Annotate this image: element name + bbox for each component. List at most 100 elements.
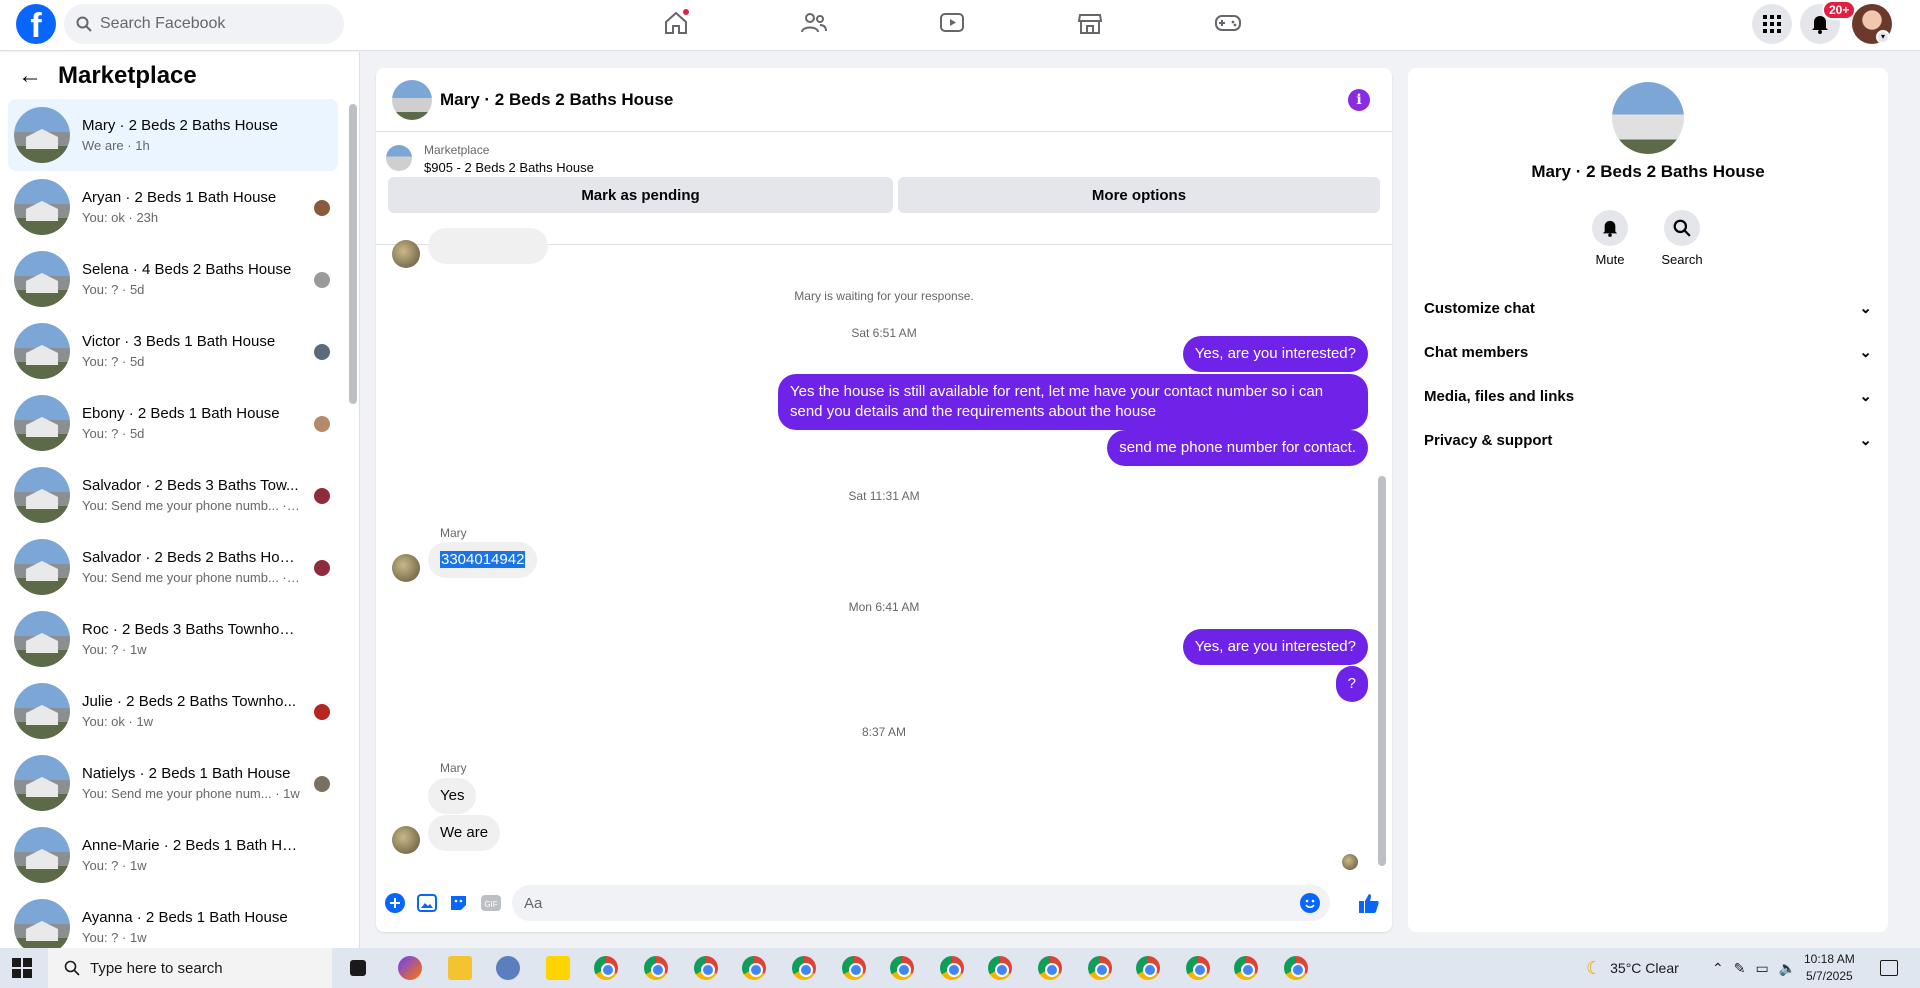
conversation-item[interactable]: Aryan · 2 Beds 1 Bath House You: ok · 23h — [8, 171, 338, 243]
chat-avatar[interactable] — [392, 80, 432, 120]
conversation-item[interactable]: Anne-Marie · 2 Beds 1 Bath House You: ? ·… — [8, 819, 338, 891]
more-options-button[interactable]: More options — [898, 177, 1380, 213]
chrome-icon[interactable] — [890, 956, 914, 980]
conversation-name: Anne-Marie · 2 Beds 1 Bath House — [82, 837, 302, 854]
windows-start-icon[interactable] — [12, 958, 32, 978]
attach-photo-button[interactable] — [416, 892, 438, 914]
message-bubble-incoming[interactable]: Yes — [428, 778, 477, 814]
message-bubble-incoming — [428, 228, 548, 264]
sticker-button[interactable] — [448, 892, 470, 914]
chrome-icon[interactable] — [644, 956, 668, 980]
notification-center-icon[interactable] — [1880, 960, 1898, 976]
marketplace-nav-button[interactable] — [1070, 8, 1110, 38]
phone-number-text[interactable]: 3304014942 — [440, 551, 526, 568]
like-button[interactable] — [1358, 892, 1380, 914]
chrome-icon[interactable] — [988, 956, 1012, 980]
mute-button[interactable]: Mute — [1580, 210, 1640, 267]
chevron-up-icon[interactable]: ⌃ — [1712, 960, 1724, 977]
customize-chat-row[interactable]: Customize chat ⌄ — [1424, 290, 1872, 326]
chevron-down-icon[interactable]: ▾ — [1876, 30, 1890, 44]
chrome-icon[interactable] — [1088, 956, 1112, 980]
facebook-logo[interactable]: f — [16, 4, 56, 44]
conversation-name: Mary · 2 Beds 2 Baths House — [82, 117, 278, 134]
notifications-button[interactable]: 20+ — [1800, 0, 1857, 44]
search-icon — [64, 960, 80, 976]
conversation-list-scrollbar[interactable] — [349, 104, 357, 894]
system-tray[interactable]: ⌃ ✎ ▭ 🔈 — [1712, 948, 1796, 988]
message-bubble-outgoing[interactable]: ? — [1335, 666, 1368, 702]
conversation-item[interactable]: Mary · 2 Beds 2 Baths House We are · 1h — [8, 99, 338, 171]
gif-icon: GIF — [481, 895, 501, 911]
more-actions-button[interactable] — [384, 892, 406, 914]
timestamp: Mon 6:41 AM — [848, 600, 920, 614]
conversation-item[interactable]: Julie · 2 Beds 2 Baths Townho... You: ok … — [8, 675, 338, 747]
read-receipt-avatar — [314, 488, 330, 504]
contact-avatar[interactable] — [1612, 82, 1684, 154]
read-receipt-avatar — [314, 776, 330, 792]
section-label: Privacy & support — [1424, 431, 1553, 449]
watch-nav-button[interactable] — [932, 8, 972, 38]
message-bubble-outgoing[interactable]: send me phone number for contact. — [1107, 430, 1368, 466]
chrome-icon[interactable] — [792, 956, 816, 980]
message-input[interactable] — [512, 885, 1272, 921]
message-input-box[interactable] — [512, 885, 1330, 921]
search-facebook[interactable] — [64, 4, 344, 44]
chrome-icon[interactable] — [1284, 956, 1308, 980]
conversation-item[interactable]: Selena · 4 Beds 2 Baths House You: ? · 5d — [8, 243, 338, 315]
conversation-item[interactable]: Salvador · 2 Beds 2 Baths House You: Send… — [8, 531, 338, 603]
chrome-icon[interactable] — [842, 956, 866, 980]
chrome-icon[interactable] — [1234, 956, 1258, 980]
chrome-icon[interactable] — [940, 956, 964, 980]
app-icon[interactable] — [496, 956, 520, 980]
task-view-icon[interactable] — [350, 960, 366, 976]
chat-title[interactable]: Mary · 2 Beds 2 Baths House — [440, 90, 673, 110]
gaming-nav-button[interactable] — [1208, 8, 1248, 38]
chrome-icon[interactable] — [594, 956, 618, 980]
conversation-item[interactable]: Ebony · 2 Beds 1 Bath House You: ? · 5d — [8, 387, 338, 459]
copilot-icon[interactable] — [398, 956, 422, 980]
search-in-chat-button[interactable]: Search — [1652, 210, 1712, 267]
chrome-icon[interactable] — [742, 956, 766, 980]
message-bubble-outgoing[interactable]: Yes, are you interested? — [1182, 336, 1368, 372]
gif-button[interactable]: GIF — [480, 892, 502, 914]
chat-members-row[interactable]: Chat members ⌄ — [1424, 334, 1872, 370]
message-bubble-incoming[interactable]: We are — [428, 815, 501, 851]
emoji-icon[interactable] — [1300, 893, 1320, 913]
message-bubble-incoming[interactable]: 3304014942 — [428, 542, 538, 578]
read-receipt-avatar — [314, 200, 330, 216]
back-arrow-icon[interactable]: ← — [18, 62, 42, 90]
chrome-icon[interactable] — [1136, 956, 1160, 980]
conversation-item[interactable]: Natielys · 2 Beds 1 Bath House You: Send … — [8, 747, 338, 819]
conversation-item[interactable]: Salvador · 2 Beds 3 Baths Tow... You: Sen… — [8, 459, 338, 531]
chrome-icon[interactable] — [1186, 956, 1210, 980]
volume-icon[interactable]: 🔈 — [1779, 960, 1796, 977]
network-icon[interactable]: ▭ — [1755, 960, 1768, 977]
message-thread-scrollbar[interactable] — [1378, 246, 1386, 886]
file-explorer-icon[interactable] — [448, 956, 472, 980]
conversation-item[interactable]: Roc · 2 Beds 3 Baths Townhouse You: ? · 1… — [8, 603, 338, 675]
chevron-down-icon: ⌄ — [1859, 432, 1872, 449]
message-bubble-outgoing[interactable]: Yes the house is still available for ren… — [778, 374, 1368, 430]
home-nav-button[interactable] — [656, 8, 696, 38]
chrome-icon[interactable] — [694, 956, 718, 980]
conversation-preview: You: ? · 5d — [82, 426, 145, 441]
weather-widget[interactable]: ☾ 35°C Clear — [1586, 948, 1679, 988]
mark-as-pending-button[interactable]: Mark as pending — [388, 177, 893, 213]
menu-button[interactable] — [1752, 4, 1792, 44]
friends-nav-button[interactable] — [794, 8, 834, 38]
taskbar-search[interactable]: Type here to search — [48, 948, 332, 988]
listing-price[interactable]: $905 - 2 Beds 2 Baths House — [424, 160, 594, 175]
scrollbar-thumb[interactable] — [349, 104, 357, 404]
pen-icon[interactable]: ✎ — [1734, 960, 1746, 977]
taskbar-clock[interactable]: 10:18 AM 5/7/2025 — [1804, 951, 1855, 985]
info-icon[interactable]: i — [1348, 89, 1370, 111]
sticky-notes-icon[interactable] — [546, 956, 570, 980]
conversation-item[interactable]: Victor · 3 Beds 1 Bath House You: ? · 5d — [8, 315, 338, 387]
listing-thumbnail — [14, 827, 70, 883]
media-files-links-row[interactable]: Media, files and links ⌄ — [1424, 378, 1872, 414]
chrome-icon[interactable] — [1038, 956, 1062, 980]
scrollbar-thumb[interactable] — [1378, 476, 1386, 866]
message-bubble-outgoing[interactable]: Yes, are you interested? — [1182, 629, 1368, 665]
privacy-support-row[interactable]: Privacy & support ⌄ — [1424, 422, 1872, 458]
search-input[interactable] — [100, 15, 300, 33]
